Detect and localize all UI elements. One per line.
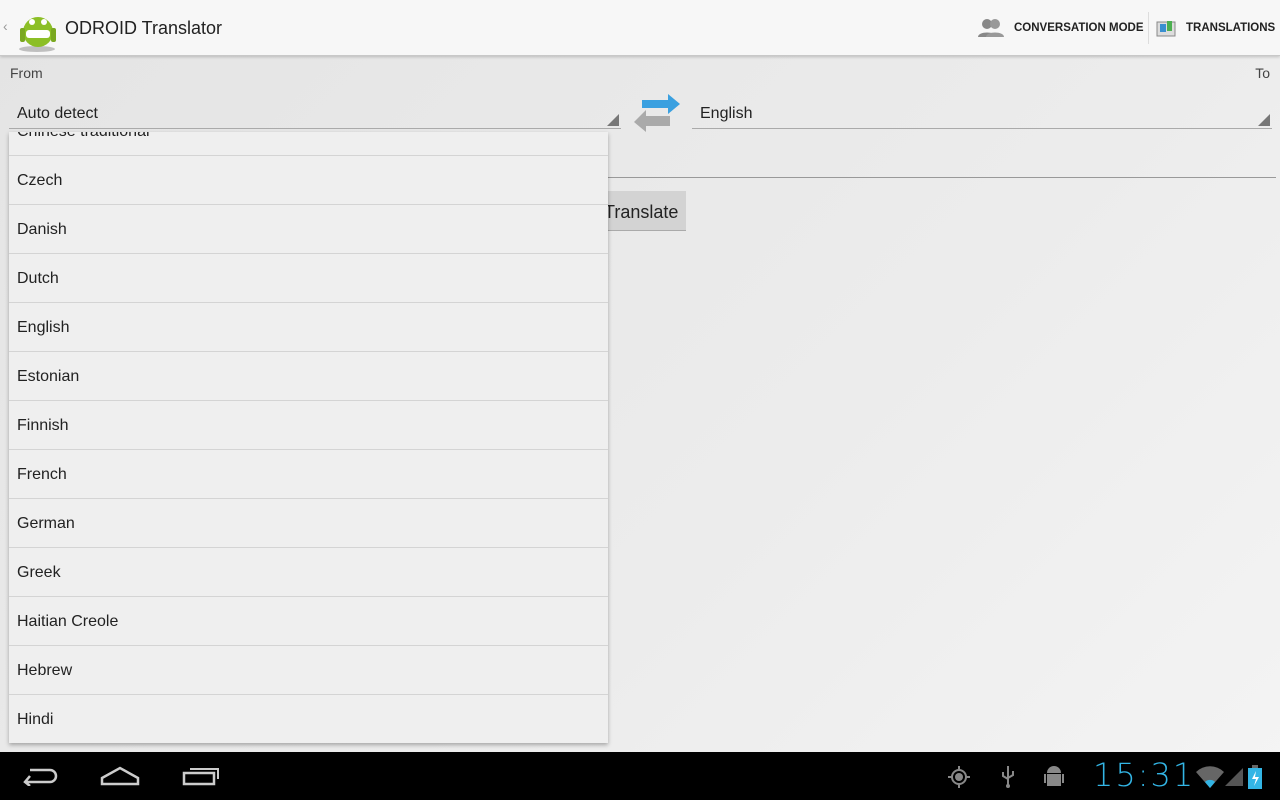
language-option[interactable]: Finnish [9, 401, 608, 450]
system-nav-bar [0, 752, 1280, 800]
usb-icon [1002, 766, 1014, 788]
up-caret-icon[interactable]: ‹ [3, 18, 8, 34]
translations-label: TRANSLATIONS [1186, 22, 1276, 34]
conversation-mode-label: CONVERSATION MODE [1014, 22, 1144, 34]
to-language-spinner[interactable]: English [692, 96, 1272, 129]
language-option[interactable]: Greek [9, 548, 608, 597]
battery-charging-icon [1248, 765, 1262, 789]
status-clock: 15:31 [1093, 756, 1196, 794]
to-label: To [1255, 65, 1270, 81]
language-option[interactable]: Hebrew [9, 646, 608, 695]
language-option[interactable]: Chinese traditional [9, 132, 608, 156]
wifi-icon [1196, 766, 1224, 788]
people-icon [978, 19, 1004, 37]
dropdown-triangle-icon [1258, 114, 1270, 126]
conversation-mode-button[interactable]: CONVERSATION MODE [978, 0, 1144, 56]
android-debug-icon [1044, 766, 1064, 786]
swap-languages-icon[interactable] [630, 94, 682, 134]
translations-button[interactable]: TRANSLATIONS [1156, 0, 1275, 56]
language-dropdown-list[interactable]: Chinese traditionalCzechDanishDutchEngli… [9, 132, 608, 743]
language-option[interactable]: Haitian Creole [9, 597, 608, 646]
recent-apps-icon[interactable] [182, 766, 220, 786]
dropdown-triangle-icon [607, 114, 619, 126]
language-option[interactable]: Danish [9, 205, 608, 254]
language-option[interactable]: German [9, 499, 608, 548]
language-option[interactable]: French [9, 450, 608, 499]
language-option[interactable]: English [9, 303, 608, 352]
app-logo-icon[interactable] [14, 8, 60, 52]
location-icon [948, 766, 970, 788]
divider [1148, 12, 1149, 44]
from-language-value: Auto detect [17, 105, 98, 122]
source-text-input[interactable] [600, 140, 1276, 178]
to-language-value: English [700, 105, 753, 122]
language-option[interactable]: Czech [9, 156, 608, 205]
signal-icon [1225, 768, 1243, 786]
from-label: From [10, 65, 43, 81]
home-icon[interactable] [100, 766, 140, 786]
book-icon [1156, 21, 1176, 37]
app-title: ODROID Translator [65, 18, 223, 38]
translate-button[interactable]: Translate [596, 191, 686, 231]
language-option[interactable]: Estonian [9, 352, 608, 401]
language-option[interactable]: Dutch [9, 254, 608, 303]
back-icon[interactable] [22, 766, 58, 786]
action-bar: ‹ ODROID Translator CONVERSATION MODE TR… [0, 0, 1280, 56]
language-option[interactable]: Hindi [9, 695, 608, 743]
from-language-spinner[interactable]: Auto detect [9, 96, 621, 129]
